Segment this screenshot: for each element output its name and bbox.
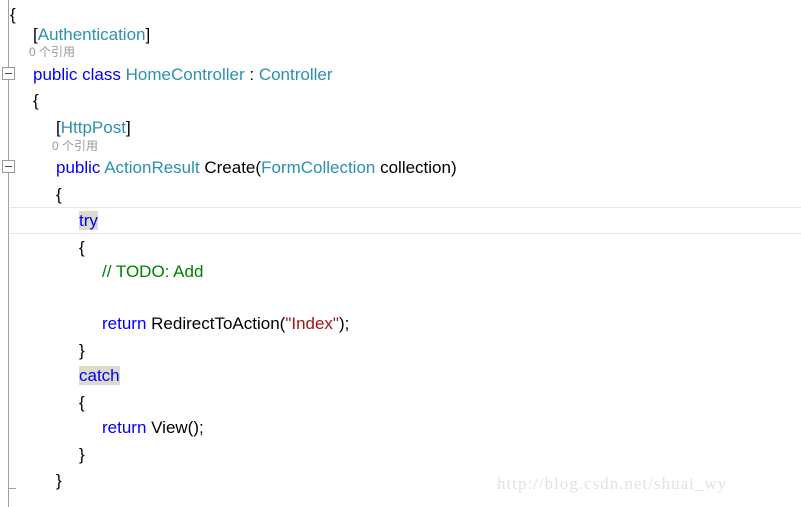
code-token: "Index" xyxy=(285,314,339,333)
code-line[interactable]: } xyxy=(0,338,801,364)
code-line[interactable]: return RedirectToAction("Index"); xyxy=(0,311,801,337)
code-token: } xyxy=(56,471,62,490)
codelens-references-method[interactable]: 0 个引用 xyxy=(52,138,98,154)
code-token: Authentication xyxy=(37,25,146,44)
code-line[interactable]: { xyxy=(0,390,801,416)
code-line[interactable]: { xyxy=(0,235,801,261)
code-token: } xyxy=(79,445,85,464)
code-token: View(); xyxy=(151,418,204,437)
code-token: { xyxy=(33,91,39,110)
code-line-current[interactable]: try xyxy=(0,208,801,234)
highlighted-keyword: try xyxy=(79,211,98,230)
code-token: FormCollection xyxy=(261,158,376,177)
watermark-url: http://blog.csdn.net/shuai_wy xyxy=(497,474,728,493)
code-line[interactable]: { xyxy=(0,182,801,208)
code-text-area[interactable]: { [Authentication] public class HomeContro… xyxy=(0,0,801,507)
codelens-references-class[interactable]: 0 个引用 xyxy=(29,44,75,60)
code-token: { xyxy=(79,393,85,412)
highlighted-keyword: catch xyxy=(79,366,120,385)
code-line[interactable] xyxy=(0,285,801,311)
code-token: ActionResult xyxy=(104,158,200,177)
code-token: // TODO: Add xyxy=(102,262,204,281)
code-token: HttpPost xyxy=(60,118,126,137)
code-line[interactable]: { xyxy=(0,88,801,114)
code-editor[interactable]: { [Authentication] public class HomeContro… xyxy=(0,0,801,507)
code-token: RedirectToAction( xyxy=(151,314,286,333)
code-token: ] xyxy=(125,118,131,137)
code-token: collection) xyxy=(375,158,457,177)
code-line[interactable]: // TODO: Add xyxy=(0,259,801,285)
code-token: { xyxy=(56,185,62,204)
code-token: Controller xyxy=(258,65,333,84)
code-line[interactable]: } xyxy=(0,442,801,468)
code-token: return xyxy=(102,418,152,437)
code-token: ] xyxy=(145,25,151,44)
code-token: HomeController xyxy=(125,65,245,84)
code-token: } xyxy=(79,341,85,360)
code-token: public xyxy=(56,158,105,177)
code-token: Create( xyxy=(199,158,262,177)
code-token: public class xyxy=(33,65,126,84)
code-token: return xyxy=(102,314,152,333)
code-token: : xyxy=(244,65,259,84)
code-line[interactable]: [HttpPost] xyxy=(0,115,801,141)
code-token: { xyxy=(79,238,85,257)
code-line[interactable]: public ActionResult Create(FormCollectio… xyxy=(0,155,801,181)
code-line[interactable]: catch xyxy=(0,363,801,389)
code-token: ); xyxy=(338,314,350,333)
code-line[interactable]: [Authentication] xyxy=(0,22,801,48)
code-line[interactable]: return View(); xyxy=(0,415,801,441)
code-line[interactable]: public class HomeController : Controller xyxy=(0,62,801,88)
